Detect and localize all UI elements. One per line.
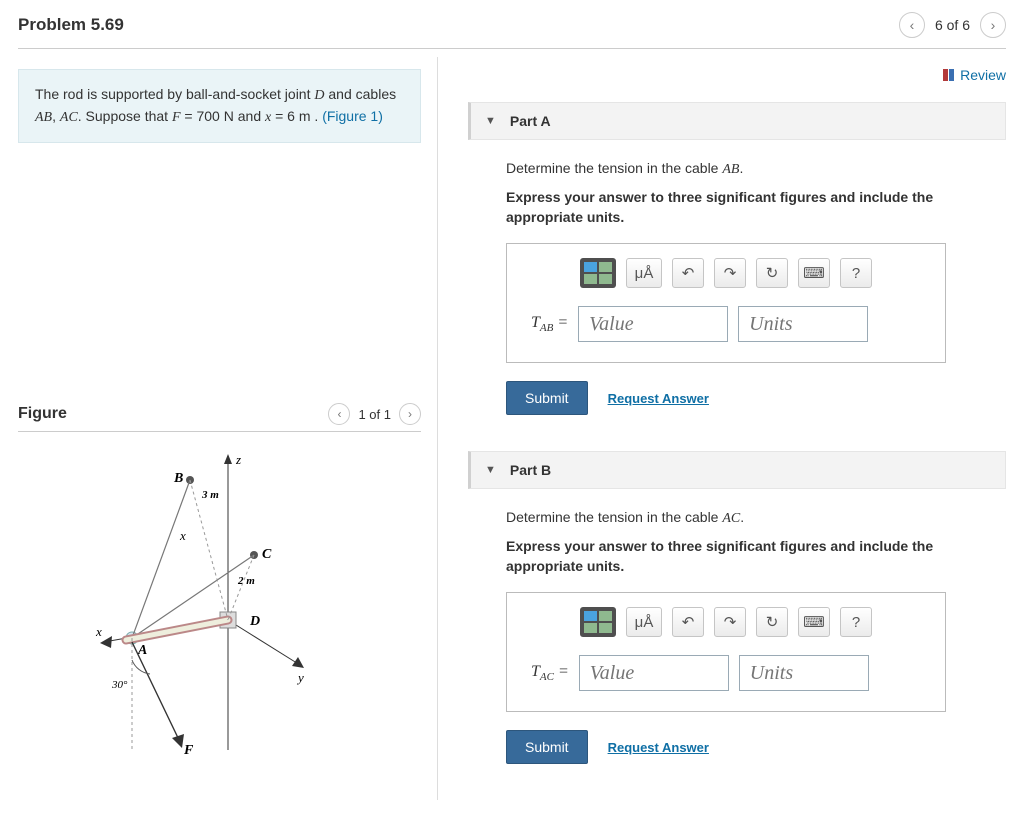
part-A-question: Determine the tension in the cable AB. <box>506 160 1006 178</box>
templates-button[interactable] <box>580 607 616 637</box>
figure-nav: ‹ 1 of 1 › <box>328 403 421 425</box>
axis-y-label: y <box>296 670 304 685</box>
prev-figure-button[interactable]: ‹ <box>328 403 350 425</box>
part-B-answer-box: μÅ ↶ ↷ ↻ ⌨ ? TAC = <box>506 592 946 712</box>
point-B-label: B <box>173 471 183 486</box>
figure-title: Figure <box>18 405 67 423</box>
dim-3m: 3 m <box>201 489 219 501</box>
part-B: ▼ Part B Determine the tension in the ca… <box>468 451 1006 764</box>
redo-button[interactable]: ↷ <box>714 607 746 637</box>
right-column: Review ▼ Part A Determine the tension in… <box>438 57 1006 800</box>
reset-button[interactable]: ↻ <box>756 607 788 637</box>
page-title: Problem 5.69 <box>18 15 124 35</box>
part-B-inputs: TAC = <box>531 655 921 691</box>
part-B-body: Determine the tension in the cable AC. E… <box>468 489 1006 764</box>
part-B-units-input[interactable] <box>739 655 869 691</box>
part-B-instructions: Express your answer to three significant… <box>506 537 1006 576</box>
redo-button[interactable]: ↷ <box>714 258 746 288</box>
units-picker-button[interactable]: μÅ <box>626 607 662 637</box>
undo-button[interactable]: ↶ <box>672 258 704 288</box>
prompt-text: , <box>52 108 60 124</box>
part-A: ▼ Part A Determine the tension in the ca… <box>468 102 1006 415</box>
review-label: Review <box>960 67 1006 83</box>
prompt-text: and cables <box>325 86 397 102</box>
axis-z-label: z <box>235 452 241 467</box>
part-A-inputs: TAB = <box>531 306 921 342</box>
part-B-submit-button[interactable]: Submit <box>506 730 588 764</box>
part-B-var-label: TAC = <box>531 663 569 683</box>
angle-label: 30° <box>111 679 128 691</box>
dim-2m: 2 m <box>237 575 255 587</box>
part-B-value-input[interactable] <box>579 655 729 691</box>
next-problem-button[interactable]: › <box>980 12 1006 38</box>
caret-down-icon: ▼ <box>485 464 496 476</box>
point-C-label: C <box>262 547 272 562</box>
part-A-var-label: TAB = <box>531 314 568 334</box>
review-bar: Review <box>468 57 1006 102</box>
part-A-request-answer-link[interactable]: Request Answer <box>608 391 709 406</box>
part-A-toolbar: μÅ ↶ ↷ ↻ ⌨ ? <box>531 258 921 288</box>
prompt-var: F <box>172 110 181 125</box>
part-B-question: Determine the tension in the cable AC. <box>506 509 1006 527</box>
axis-x-label: x <box>95 624 102 639</box>
prompt-text: . <box>311 108 323 124</box>
part-B-request-answer-link[interactable]: Request Answer <box>608 740 709 755</box>
prev-problem-button[interactable]: ‹ <box>899 12 925 38</box>
help-button[interactable]: ? <box>840 607 872 637</box>
prompt-var: AB <box>35 110 52 125</box>
part-A-submit-button[interactable]: Submit <box>506 381 588 415</box>
content-columns: The rod is supported by ball-and-socket … <box>18 57 1006 800</box>
units-picker-button[interactable]: μÅ <box>626 258 662 288</box>
reset-button[interactable]: ↻ <box>756 258 788 288</box>
left-column: The rod is supported by ball-and-socket … <box>18 57 438 800</box>
problem-nav: ‹ 6 of 6 › <box>899 12 1006 38</box>
help-button[interactable]: ? <box>840 258 872 288</box>
part-A-actions: Submit Request Answer <box>506 381 1006 415</box>
prompt-text: and <box>234 108 265 124</box>
figure-diagram: z y x D B 3 m <box>18 450 421 760</box>
part-A-body: Determine the tension in the cable AB. E… <box>468 140 1006 415</box>
part-A-instructions: Express your answer to three significant… <box>506 188 1006 227</box>
prompt-var: D <box>314 88 324 103</box>
part-A-header[interactable]: ▼ Part A <box>468 102 1006 140</box>
prompt-text: The rod is supported by ball-and-socket … <box>35 86 314 102</box>
part-B-header[interactable]: ▼ Part B <box>468 451 1006 489</box>
undo-button[interactable]: ↶ <box>672 607 704 637</box>
part-B-title: Part B <box>510 462 551 478</box>
force-F-label: F <box>183 743 194 758</box>
prompt-text: . Suppose that <box>78 108 172 124</box>
part-A-units-input[interactable] <box>738 306 868 342</box>
next-figure-button[interactable]: › <box>399 403 421 425</box>
keyboard-button[interactable]: ⌨ <box>798 258 830 288</box>
dim-x: x <box>179 528 186 543</box>
part-B-actions: Submit Request Answer <box>506 730 1006 764</box>
part-A-answer-box: μÅ ↶ ↷ ↻ ⌨ ? TAB = <box>506 243 946 363</box>
book-icon <box>943 69 954 81</box>
prompt-var: AC <box>60 110 78 125</box>
page-header: Problem 5.69 ‹ 6 of 6 › <box>18 12 1006 49</box>
part-B-toolbar: μÅ ↶ ↷ ↻ ⌨ ? <box>531 607 921 637</box>
templates-button[interactable] <box>580 258 616 288</box>
figure-header: Figure ‹ 1 of 1 › <box>18 403 421 432</box>
figure-position: 1 of 1 <box>358 407 391 422</box>
prompt-text: = 700 N <box>181 108 234 124</box>
problem-position: 6 of 6 <box>935 17 970 33</box>
point-D-label: D <box>249 614 260 629</box>
keyboard-button[interactable]: ⌨ <box>798 607 830 637</box>
part-A-title: Part A <box>510 113 551 129</box>
problem-statement: The rod is supported by ball-and-socket … <box>18 69 421 143</box>
prompt-text: = 6 m <box>271 108 310 124</box>
page: Problem 5.69 ‹ 6 of 6 › The rod is suppo… <box>0 0 1024 823</box>
review-link[interactable]: Review <box>943 67 1006 83</box>
part-A-value-input[interactable] <box>578 306 728 342</box>
figure-link[interactable]: (Figure 1) <box>322 108 383 124</box>
caret-down-icon: ▼ <box>485 115 496 127</box>
